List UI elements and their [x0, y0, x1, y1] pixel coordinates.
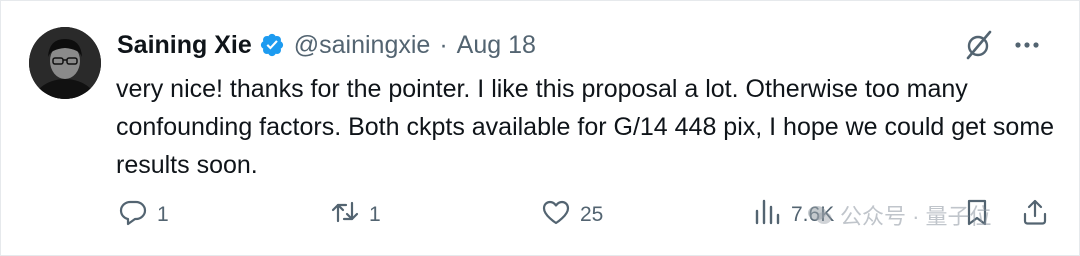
action-bar: 1 1 25 7.6K	[0, 195, 1080, 235]
heart-icon	[541, 197, 571, 233]
reply-bubble-icon	[118, 197, 148, 233]
share-icon	[1020, 197, 1050, 233]
retweet-count: 1	[369, 203, 381, 226]
top-actions	[962, 28, 1042, 62]
retweet-button[interactable]: 1	[330, 195, 381, 235]
verified-badge-icon	[259, 32, 285, 58]
separator-dot: ·	[439, 30, 448, 59]
tweet-card[interactable]: Saining Xie @sainingxie · Aug 18 very ni	[0, 0, 1080, 256]
views-button[interactable]: 7.6K	[752, 195, 834, 235]
reply-count: 1	[157, 203, 169, 226]
like-button[interactable]: 25	[541, 195, 603, 235]
grok-slash-icon[interactable]	[962, 28, 996, 62]
tweet-date[interactable]: Aug 18	[457, 31, 536, 60]
share-button[interactable]	[1020, 195, 1050, 235]
author-handle[interactable]: @sainingxie	[294, 31, 431, 60]
more-dots-icon[interactable]	[1012, 30, 1042, 60]
avatar[interactable]	[29, 27, 101, 99]
bookmark-icon	[962, 197, 992, 233]
bookmark-button[interactable]	[962, 195, 992, 235]
views-count: 7.6K	[791, 203, 835, 226]
bar-chart-icon	[752, 197, 782, 233]
like-count: 25	[580, 203, 604, 226]
tweet-text: very nice! thanks for the pointer. I lik…	[116, 75, 1055, 179]
author-name[interactable]: Saining Xie	[117, 31, 252, 60]
retweet-icon	[330, 197, 360, 233]
tweet-header: Saining Xie @sainingxie · Aug 18	[117, 27, 536, 63]
reply-button[interactable]: 1	[118, 195, 169, 235]
